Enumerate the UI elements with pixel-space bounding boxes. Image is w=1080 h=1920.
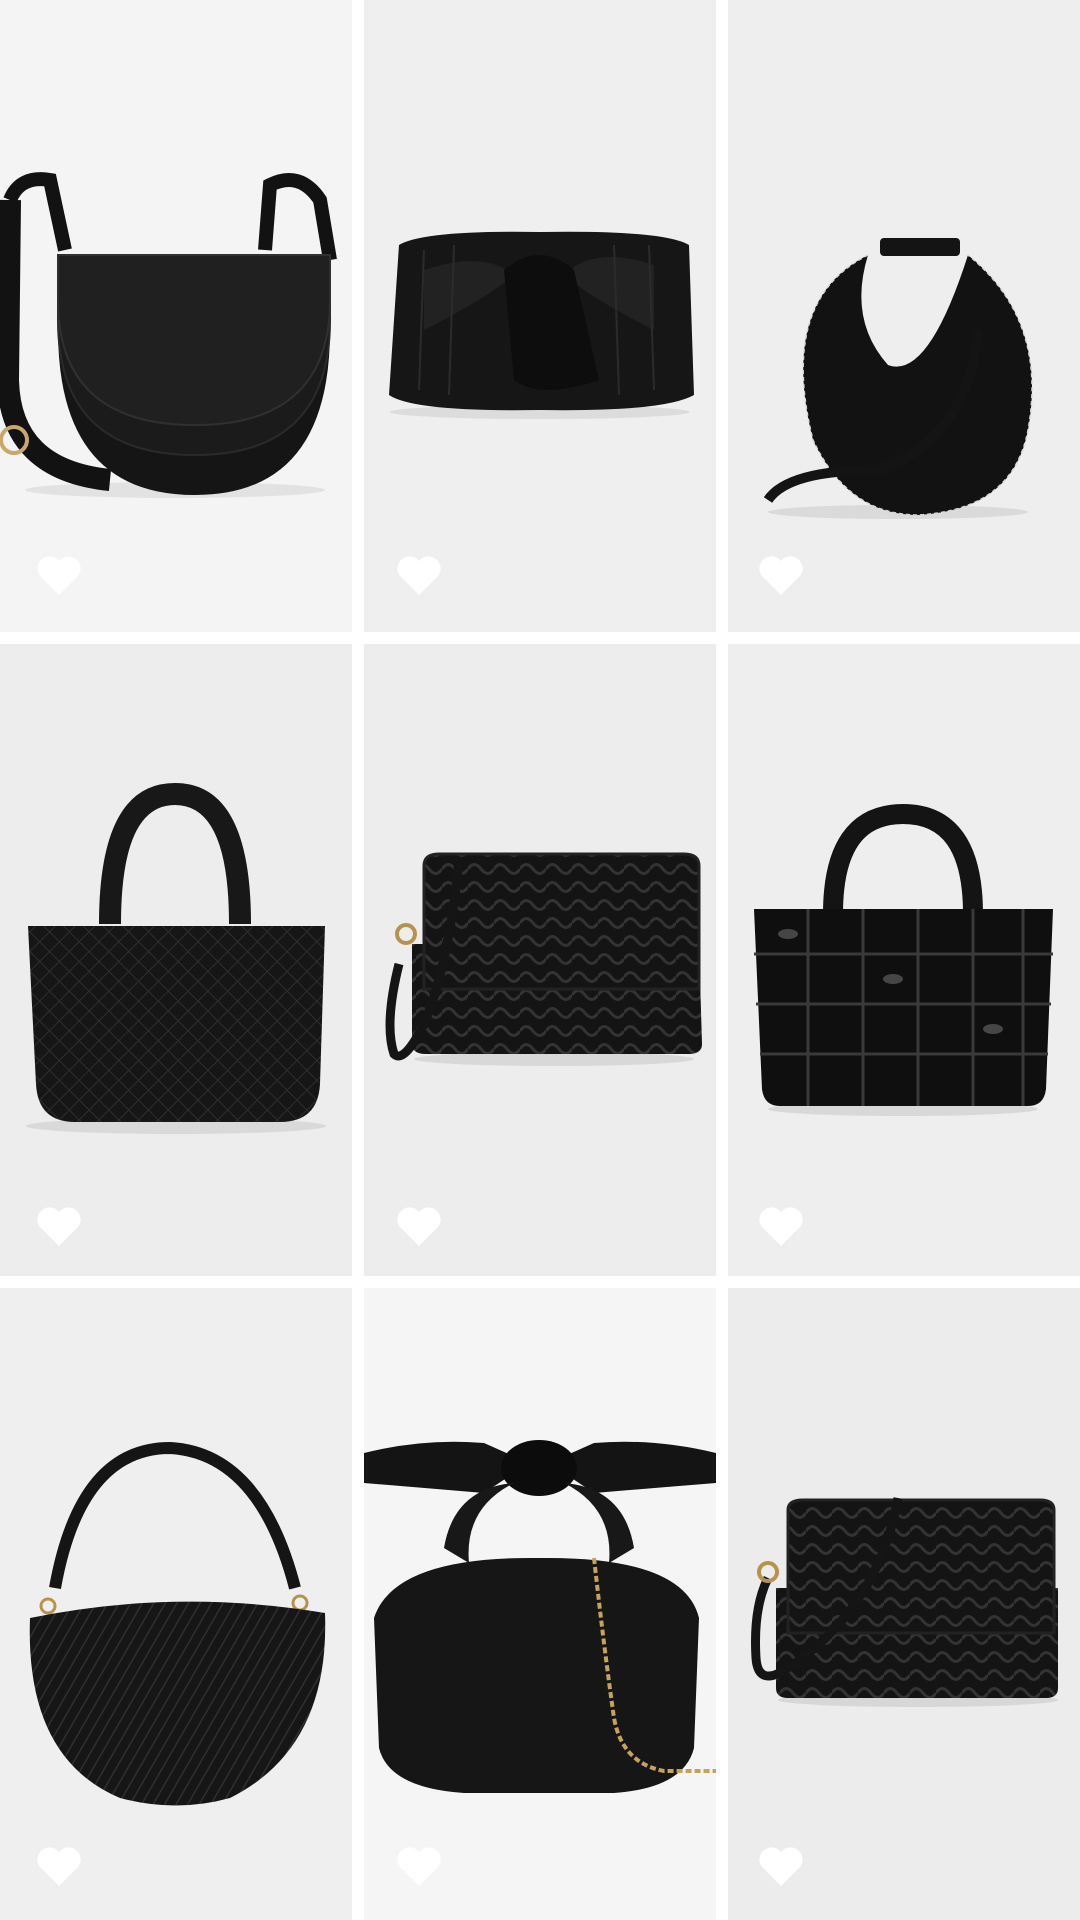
heart-icon[interactable] [756,1204,806,1248]
product-image[interactable] [0,0,352,632]
product-card[interactable] [0,644,352,1276]
product-image[interactable] [364,644,716,1276]
heart-icon[interactable] [756,1844,806,1888]
product-image[interactable] [0,644,352,1276]
product-card[interactable] [728,644,1080,1276]
product-image[interactable] [728,0,1080,632]
product-card[interactable] [364,0,716,632]
heart-icon[interactable] [34,1844,84,1888]
product-card[interactable] [728,1288,1080,1920]
heart-icon[interactable] [34,553,84,597]
product-image[interactable] [364,1288,716,1920]
product-grid [0,0,1080,1920]
heart-icon[interactable] [34,1204,84,1248]
heart-icon[interactable] [394,1844,444,1888]
product-image[interactable] [0,1288,352,1920]
product-image[interactable] [728,644,1080,1276]
product-card[interactable] [364,1288,716,1920]
product-card[interactable] [0,0,352,632]
heart-icon[interactable] [756,553,806,597]
product-card[interactable] [728,0,1080,632]
product-card[interactable] [364,644,716,1276]
heart-icon[interactable] [394,553,444,597]
heart-icon[interactable] [394,1204,444,1248]
product-card[interactable] [0,1288,352,1920]
product-image[interactable] [364,0,716,632]
product-image[interactable] [728,1288,1080,1920]
